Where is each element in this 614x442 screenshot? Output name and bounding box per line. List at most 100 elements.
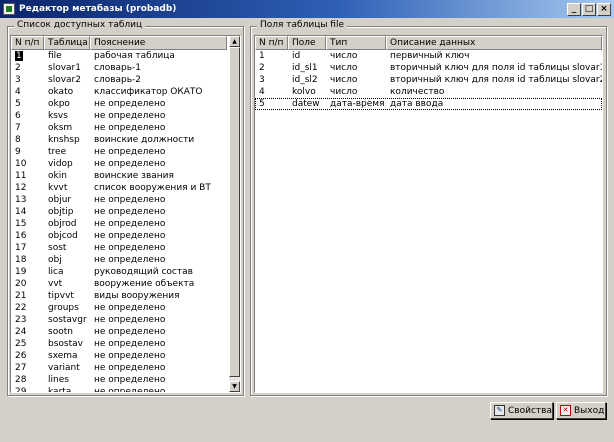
column-header-type[interactable]: Тип (326, 36, 386, 50)
table-row[interactable]: 26 sxema не определено (11, 350, 240, 362)
table-row[interactable]: 25 bsostav не определено (11, 338, 240, 350)
row-number: 26 (15, 351, 27, 361)
table-row[interactable]: 12 kvvt список вооружения и ВТ (11, 182, 240, 194)
table-description: не определено (94, 111, 166, 121)
table-description: словарь-2 (94, 75, 142, 85)
row-number: 3 (259, 75, 265, 85)
table-row[interactable]: 21 tipvvt виды вооружения (11, 290, 240, 302)
fields-group-title: Поля таблицы file (257, 20, 348, 30)
table-name: file (48, 51, 62, 61)
column-header-field[interactable]: Поле (288, 36, 326, 50)
tables-list-scrollbar[interactable]: ▲ ▼ (229, 36, 240, 392)
table-name: sxema (48, 351, 78, 361)
table-name: sost (48, 243, 67, 253)
table-description: классификатор ОКАТО (94, 87, 203, 97)
table-row[interactable]: 20 vvt вооружение объекта (11, 278, 240, 290)
table-name: bsostav (48, 339, 83, 349)
table-name: objcod (48, 231, 78, 241)
maximize-button[interactable]: □ (582, 2, 596, 16)
minimize-button[interactable]: _ (567, 2, 581, 16)
table-name: kvvt (48, 183, 68, 193)
table-row[interactable]: 3 slovar2 словарь-2 (11, 74, 240, 86)
column-header-table[interactable]: Таблица (44, 36, 90, 50)
table-name: lines (48, 375, 69, 385)
row-number: 5 (15, 99, 21, 109)
column-header-npp[interactable]: N п/п (255, 36, 288, 50)
exit-button[interactable]: ✕ Выход (556, 402, 606, 419)
fields-list[interactable]: N п/п Поле Тип Описание данных 1 id число п… (254, 35, 603, 393)
table-description: рабочая таблица (94, 51, 175, 61)
table-row[interactable]: 14 objtip не определено (11, 206, 240, 218)
table-name: okato (48, 87, 74, 97)
table-row[interactable]: 17 sost не определено (11, 242, 240, 254)
table-row[interactable]: 7 oksm не определено (11, 122, 240, 134)
field-row[interactable]: 4 kolvo число количество (255, 86, 602, 98)
field-name: id (292, 51, 301, 61)
table-row[interactable]: 22 groups не определено (11, 302, 240, 314)
tables-list[interactable]: N п/п Таблица Пояснение 1 file рабочая таб… (10, 35, 241, 393)
table-row[interactable]: 8 knshsp воинские должности (11, 134, 240, 146)
row-number-selected: 1 (15, 51, 23, 61)
table-row[interactable]: 19 lica руководящий состав (11, 266, 240, 278)
scroll-up-arrow-icon[interactable]: ▲ (229, 36, 240, 47)
scroll-thumb[interactable] (229, 47, 240, 377)
table-name: ksvs (48, 111, 68, 121)
table-description: вооружение объекта (94, 279, 195, 289)
close-button[interactable]: × (597, 2, 611, 16)
table-description: не определено (94, 231, 166, 241)
row-number: 12 (15, 183, 27, 193)
scroll-down-arrow-icon[interactable]: ▼ (229, 381, 240, 392)
table-description: не определено (94, 303, 166, 313)
table-name: slovar2 (48, 75, 81, 85)
table-row[interactable]: 11 okin воинские звания (11, 170, 240, 182)
table-row[interactable]: 28 lines не определено (11, 374, 240, 386)
table-row[interactable]: 29 karta не определено (11, 386, 240, 393)
fields-list-body: 1 id число первичный ключ 2 id_sl1 число вторич… (255, 50, 602, 110)
table-name: objrod (48, 219, 77, 229)
table-row[interactable]: 18 obj не определено (11, 254, 240, 266)
table-description: не определено (94, 207, 166, 217)
table-row[interactable]: 15 objrod не определено (11, 218, 240, 230)
properties-button[interactable]: ✎ Свойства (490, 402, 553, 419)
field-name: id_sl1 (292, 63, 318, 73)
title-bar[interactable]: Редактор метабазы (probadb) _ □ × (0, 0, 614, 18)
table-row[interactable]: 13 objur не определено (11, 194, 240, 206)
field-row[interactable]: 1 id число первичный ключ (255, 50, 602, 62)
table-name: karta (48, 387, 72, 393)
row-number: 18 (15, 255, 27, 265)
table-row[interactable]: 2 slovar1 словарь-1 (11, 62, 240, 74)
table-row[interactable]: 5 okpo не определено (11, 98, 240, 110)
exit-icon: ✕ (560, 405, 571, 416)
fields-list-header: N п/п Поле Тип Описание данных (255, 36, 602, 50)
table-row[interactable]: 1 file рабочая таблица (11, 50, 240, 62)
table-row[interactable]: 4 okato классификатор ОКАТО (11, 86, 240, 98)
row-number: 8 (15, 135, 21, 145)
field-row[interactable]: 3 id_sl2 число вторичный ключ для поля id т… (255, 74, 602, 86)
column-header-description[interactable]: Пояснение (90, 36, 227, 50)
row-number: 4 (259, 87, 265, 97)
table-row[interactable]: 16 objcod не определено (11, 230, 240, 242)
row-number: 19 (15, 267, 27, 277)
table-row[interactable]: 10 vidop не определено (11, 158, 240, 170)
table-row[interactable]: 9 tree не определено (11, 146, 240, 158)
table-row[interactable]: 23 sostavgr не определено (11, 314, 240, 326)
column-header-npp[interactable]: N п/п (11, 36, 44, 50)
table-description: воинские должности (94, 135, 195, 145)
table-row[interactable]: 24 sootn не определено (11, 326, 240, 338)
tables-list-body: 1 file рабочая таблица 2 slovar1 словарь-1 3 sl… (11, 50, 240, 393)
table-description: не определено (94, 375, 166, 385)
table-description: воинские звания (94, 171, 174, 181)
properties-button-label: Свойства (508, 405, 552, 416)
table-row[interactable]: 27 variant не определено (11, 362, 240, 374)
row-number: 10 (15, 159, 27, 169)
field-row[interactable]: 5 datew дата-время дата ввода (255, 98, 602, 110)
table-description: не определено (94, 243, 166, 253)
table-description: не определено (94, 123, 166, 133)
column-header-data-description[interactable]: Описание данных (386, 36, 602, 50)
row-number: 9 (15, 147, 21, 157)
table-row[interactable]: 6 ksvs не определено (11, 110, 240, 122)
table-name: lica (48, 267, 64, 277)
table-description: не определено (94, 315, 166, 325)
field-row[interactable]: 2 id_sl1 число вторичный ключ для поля id т… (255, 62, 602, 74)
row-number: 1 (11, 50, 44, 62)
